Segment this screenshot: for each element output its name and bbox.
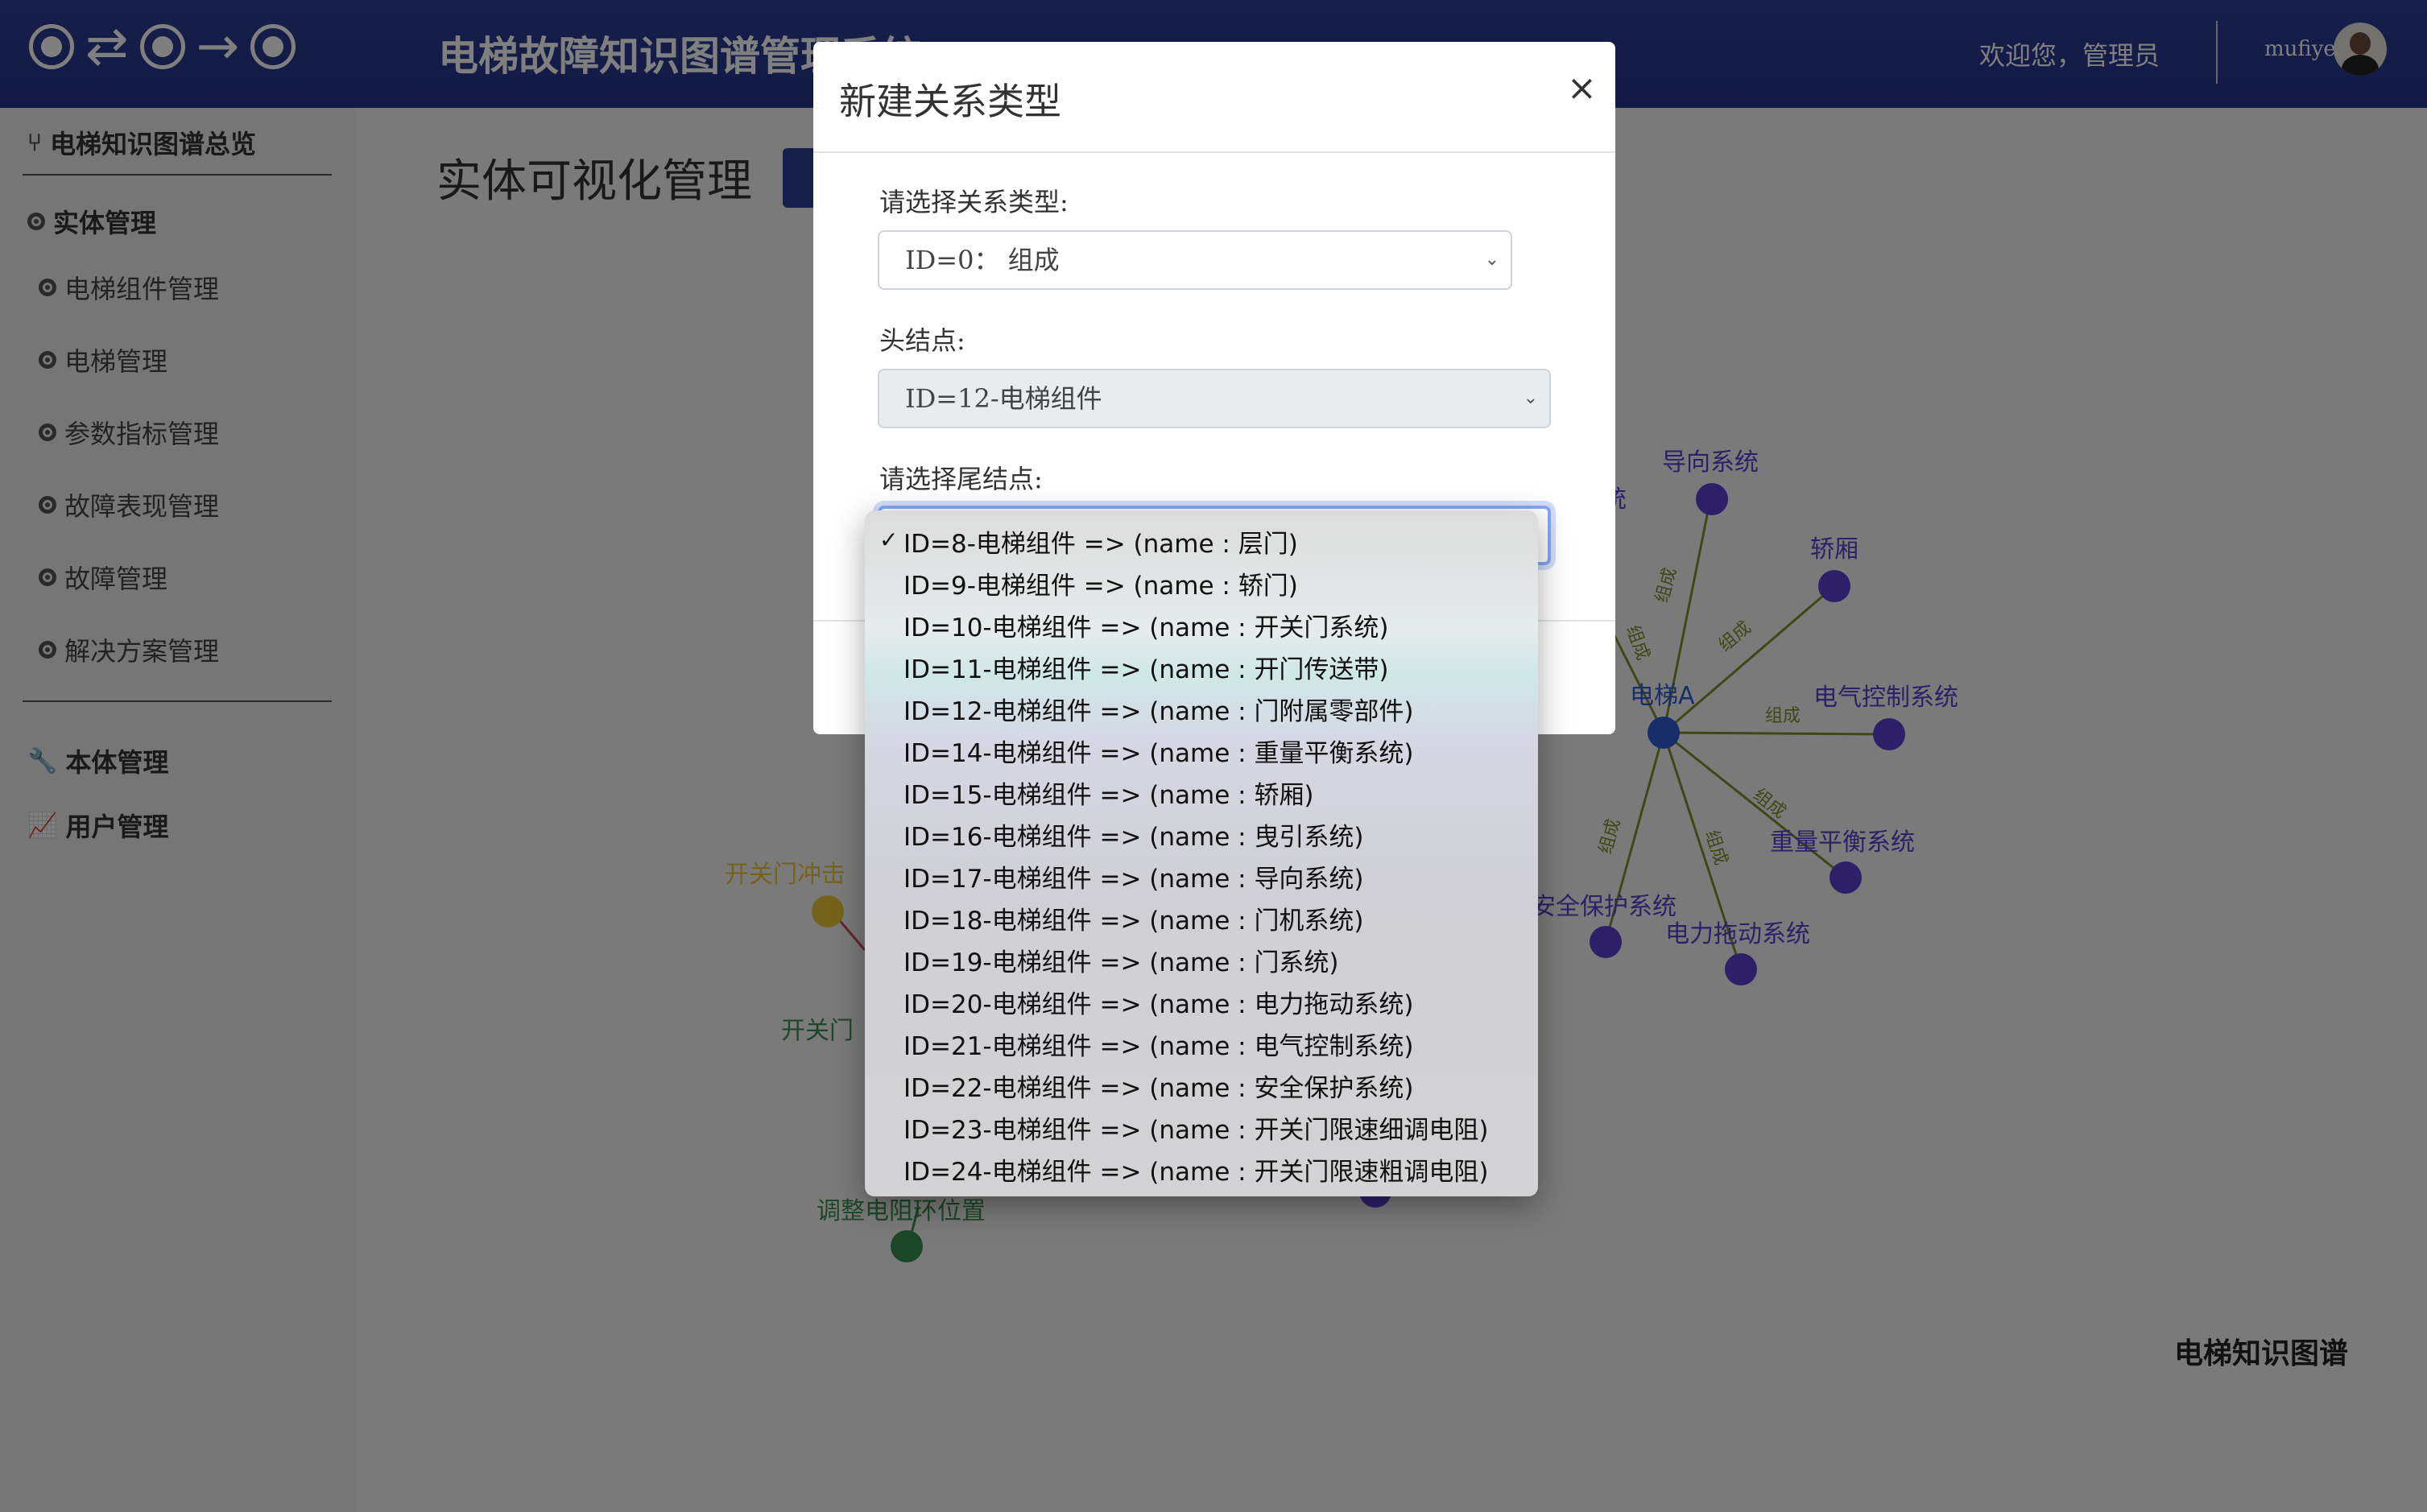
dropdown-option[interactable]: ID=18-电梯组件 => (name : 门机系统) xyxy=(903,900,1364,936)
close-button[interactable]: × xyxy=(1567,68,1597,109)
dropdown-option[interactable]: ID=14-电梯组件 => (name : 重量平衡系统) xyxy=(903,733,1414,769)
dropdown-option[interactable]: ID=15-电梯组件 => (name : 轿厢) xyxy=(903,775,1314,811)
relation-type-value: ID=0： 组成 xyxy=(905,245,1060,275)
dropdown-option[interactable]: ID=16-电梯组件 => (name : 曳引系统) xyxy=(903,816,1364,853)
head-node-select: ID=12-电梯组件 ⌄ xyxy=(878,369,1551,428)
head-node-label: 头结点: xyxy=(879,325,965,356)
checkmark-icon: ✓ xyxy=(879,527,899,553)
modal-divider xyxy=(813,151,1615,153)
chevron-down-icon: ⌄ xyxy=(1523,388,1538,408)
tail-node-label: 请选择尾结点: xyxy=(879,464,1043,494)
dropdown-option[interactable]: ID=12-电梯组件 => (name : 门附属零部件) xyxy=(903,691,1414,727)
dropdown-option[interactable]: ID=21-电梯组件 => (name : 电气控制系统) xyxy=(903,1026,1414,1062)
relation-type-select[interactable]: ID=0： 组成 ⌄ xyxy=(878,230,1512,290)
chevron-down-icon: ⌄ xyxy=(1484,250,1499,270)
dropdown-option[interactable]: ID=23-电梯组件 => (name : 开关门限速细调电阻) xyxy=(903,1109,1489,1146)
tail-node-dropdown[interactable]: ✓ ID=8-电梯组件 => (name : 层门) ID=9-电梯组件 => … xyxy=(865,510,1538,1196)
dropdown-option[interactable]: ID=11-电梯组件 => (name : 开门传送带) xyxy=(903,649,1389,685)
dropdown-option[interactable]: ID=10-电梯组件 => (name : 开关门系统) xyxy=(903,607,1389,643)
dropdown-option[interactable]: ID=24-电梯组件 => (name : 开关门限速粗调电阻) xyxy=(903,1151,1489,1188)
head-node-value: ID=12-电梯组件 xyxy=(905,383,1102,414)
dropdown-option[interactable]: ID=19-电梯组件 => (name : 门系统) xyxy=(903,942,1339,978)
relation-type-label: 请选择关系类型: xyxy=(879,187,1069,217)
dropdown-option[interactable]: ID=9-电梯组件 => (name : 轿门) xyxy=(903,565,1298,601)
dropdown-option[interactable]: ID=17-电梯组件 => (name : 导向系统) xyxy=(903,858,1364,894)
dropdown-option[interactable]: ID=8-电梯组件 => (name : 层门) xyxy=(903,523,1298,560)
dropdown-option[interactable]: ID=22-电梯组件 => (name : 安全保护系统) xyxy=(903,1068,1414,1104)
dropdown-option[interactable]: ID=20-电梯组件 => (name : 电力拖动系统) xyxy=(903,984,1414,1020)
modal-title: 新建关系类型 xyxy=(839,80,1061,123)
